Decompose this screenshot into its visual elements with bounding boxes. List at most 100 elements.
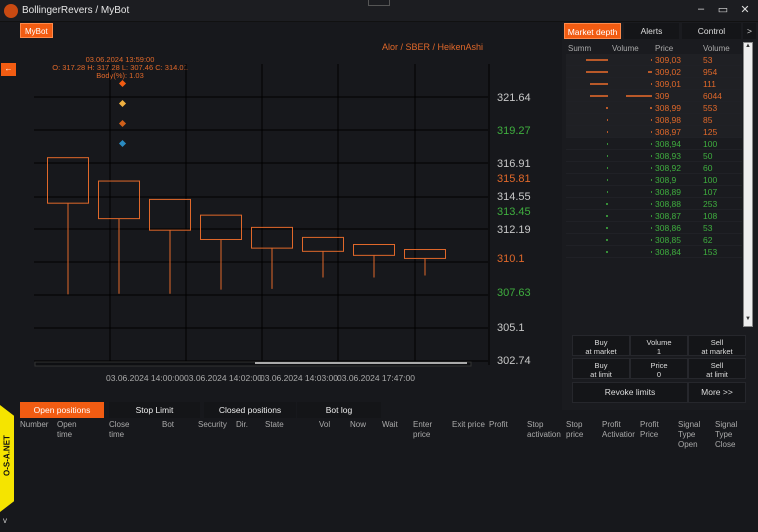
maximize-button[interactable]: ▭ bbox=[716, 3, 730, 16]
candlestick-chart[interactable]: 321.64 319.27 316.91 315.81 314.55 313.45 312.… bbox=[0, 0, 560, 400]
bid-row[interactable]: 308,85 62 bbox=[566, 234, 742, 246]
column-header[interactable]: Stop activation bbox=[527, 420, 563, 440]
column-header[interactable]: State bbox=[265, 420, 301, 430]
ask-row[interactable]: 309,02 954 bbox=[566, 66, 742, 78]
price: 308,89 bbox=[655, 187, 681, 197]
bid-row[interactable]: 308,87 108 bbox=[566, 210, 742, 222]
price-input[interactable]: Price 0 bbox=[630, 358, 688, 379]
tab-alerts[interactable]: Alerts bbox=[624, 23, 679, 39]
summ-bar bbox=[606, 227, 608, 229]
volume: 111 bbox=[703, 79, 716, 89]
column-header[interactable]: Signal Type Open bbox=[678, 420, 714, 450]
volume: 53 bbox=[703, 55, 713, 65]
column-header[interactable]: Now bbox=[350, 420, 386, 430]
tab-more-arrow[interactable]: > bbox=[743, 23, 756, 39]
column-header[interactable]: Open time bbox=[57, 420, 93, 440]
volume-bar bbox=[651, 167, 652, 169]
volume-bar bbox=[651, 131, 652, 133]
column-header[interactable]: Profit bbox=[489, 420, 525, 430]
ask-row[interactable]: 308,98 85 bbox=[566, 114, 742, 126]
price: 309 bbox=[655, 91, 670, 101]
bid-row[interactable]: 308,86 53 bbox=[566, 222, 742, 234]
header-volume-bar: Volume bbox=[612, 44, 639, 53]
minimize-button[interactable]: – bbox=[694, 3, 708, 15]
volume-bar bbox=[651, 155, 652, 157]
bid-row[interactable]: 308,92 60 bbox=[566, 162, 742, 174]
volume-bar bbox=[651, 83, 652, 85]
column-header[interactable]: Number bbox=[20, 420, 56, 430]
column-header[interactable]: Stop price bbox=[566, 420, 602, 440]
buy-at-limit-button[interactable]: Buy at limit bbox=[572, 358, 630, 379]
candle-body bbox=[404, 249, 446, 259]
sell-at-market-button[interactable]: Sell at market bbox=[688, 335, 746, 356]
tab-market-depth[interactable]: Market depth bbox=[564, 23, 621, 39]
volume-input[interactable]: Volume 1 bbox=[630, 335, 688, 356]
column-header[interactable]: Profit Activatior bbox=[602, 420, 642, 440]
order-book-scrollbar[interactable]: ▲ ▼ bbox=[743, 42, 753, 327]
ask-row[interactable]: 308,97 125 bbox=[566, 126, 742, 138]
signal-marker-icon bbox=[118, 119, 127, 128]
volume-bar bbox=[651, 179, 652, 181]
summ-bar bbox=[606, 251, 608, 253]
price-tick-label: 316.91 bbox=[497, 158, 531, 170]
buy-at-market-button[interactable]: Buy at market bbox=[572, 335, 630, 356]
ask-row[interactable]: 309,01 111 bbox=[566, 78, 742, 90]
volume: 50 bbox=[703, 151, 713, 161]
time-axis-label: 03.06.2024 14:02:00 bbox=[184, 373, 262, 383]
summ-bar bbox=[607, 143, 608, 145]
column-header[interactable]: Enter price bbox=[413, 420, 449, 440]
volume-bar bbox=[651, 203, 652, 205]
column-header[interactable]: Security bbox=[198, 420, 234, 430]
bid-row[interactable]: 308,94 100 bbox=[566, 138, 742, 150]
button-label: Sell bbox=[710, 338, 724, 347]
price-tick-label: 307.63 bbox=[497, 287, 531, 299]
summ-bar bbox=[606, 239, 608, 241]
button-label: at limit bbox=[590, 370, 612, 379]
ask-row[interactable]: 309 6044 bbox=[566, 90, 742, 102]
bid-row[interactable]: 308,93 50 bbox=[566, 150, 742, 162]
ask-row[interactable]: 309,03 53 bbox=[566, 54, 742, 66]
button-label: Sell bbox=[710, 361, 724, 370]
bid-row[interactable]: 308,84 153 bbox=[566, 246, 742, 258]
tab-bot-log[interactable]: Bot log bbox=[297, 402, 381, 418]
volume-bar bbox=[651, 119, 652, 121]
summ-bar bbox=[607, 119, 608, 121]
scroll-down-icon[interactable]: ▼ bbox=[744, 316, 752, 326]
tab-stop-limit[interactable]: Stop Limit bbox=[109, 402, 200, 418]
tab-closed-positions[interactable]: Closed positions bbox=[204, 402, 296, 418]
price-tick-label: 302.74 bbox=[497, 355, 531, 367]
price: 309,01 bbox=[655, 79, 681, 89]
osa-label: O-S-A.NET bbox=[2, 435, 12, 476]
bid-row[interactable]: 308,88 253 bbox=[566, 198, 742, 210]
signal-marker-icon bbox=[118, 79, 127, 88]
summ-bar bbox=[606, 215, 608, 217]
summ-bar bbox=[586, 59, 608, 61]
osa-side-tab[interactable]: O-S-A.NET bbox=[0, 405, 14, 512]
price: 308,87 bbox=[655, 211, 681, 221]
volume-bar bbox=[626, 95, 652, 97]
bid-row[interactable]: 308,9 100 bbox=[566, 174, 742, 186]
ask-row[interactable]: 308,99 553 bbox=[566, 102, 742, 114]
scroll-up-icon[interactable]: ▲ bbox=[744, 43, 752, 53]
revoke-limits-button[interactable]: Revoke limits bbox=[572, 382, 688, 403]
tab-control[interactable]: Control bbox=[682, 23, 741, 39]
price-tick-label: 313.45 bbox=[497, 206, 531, 218]
column-header[interactable]: Close time bbox=[109, 420, 145, 440]
expand-chevron-icon[interactable]: v bbox=[3, 516, 7, 525]
more-button[interactable]: More >> bbox=[688, 382, 746, 403]
volume-bar bbox=[650, 107, 652, 109]
column-header[interactable]: Bot bbox=[162, 420, 198, 430]
bid-row[interactable]: 308,89 107 bbox=[566, 186, 742, 198]
chart-scrollbar-thumb[interactable] bbox=[255, 362, 467, 364]
close-button[interactable]: ✕ bbox=[738, 3, 752, 16]
candle-body bbox=[47, 157, 89, 204]
sell-at-limit-button[interactable]: Sell at limit bbox=[688, 358, 746, 379]
column-header[interactable]: Signal Type Close bbox=[715, 420, 751, 450]
volume: 100 bbox=[703, 175, 718, 185]
tab-open-positions[interactable]: Open positions bbox=[20, 402, 104, 418]
header-volume: Volume bbox=[703, 44, 730, 53]
column-header[interactable]: Profit Price bbox=[640, 420, 676, 440]
volume: 553 bbox=[703, 103, 718, 113]
volume-bar bbox=[651, 251, 652, 253]
column-header[interactable]: Exit price bbox=[452, 420, 488, 430]
